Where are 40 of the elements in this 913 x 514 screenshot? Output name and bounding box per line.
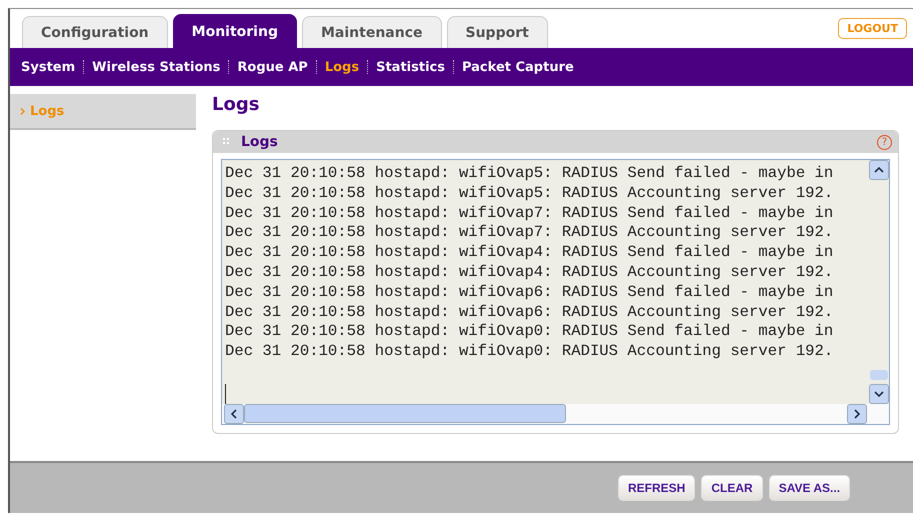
log-line: Dec 31 20:10:58 hostapd: wifiOvap6: RADIUS Accounting server 192. — [225, 302, 834, 322]
nav-tab[interactable]: Configuration — [22, 16, 168, 48]
log-line: Dec 31 20:10:58 hostapd: wifiOvap6: RADIUS Send failed - maybe in — [225, 282, 834, 303]
scrollbar-thumb[interactable] — [870, 370, 888, 380]
grip-icon — [223, 138, 231, 146]
log-line: Dec 31 20:10:58 hostapd: wifiOvap4: RADIUS Accounting server 192. — [225, 262, 834, 283]
chevron-down-icon — [874, 390, 884, 397]
log-line: Dec 31 20:10:58 hostapd: wifiOvap7: RADIUS Accounting server 192. — [225, 223, 834, 244]
chevron-up-icon — [874, 167, 884, 173]
panel-title: Logs — [241, 134, 279, 150]
log-line: Dec 31 20:10:58 hostapd: wifiOvap5: RADIUS Send failed - maybe in — [225, 164, 834, 184]
action-button[interactable]: CLEAR — [701, 475, 763, 501]
log-line: Dec 31 20:10:58 hostapd: wifiOvap5: RADIUS Accounting server 192. — [225, 184, 834, 204]
chevron-right-icon — [854, 408, 860, 419]
nav-tab[interactable]: Support — [446, 16, 548, 48]
nav-tab[interactable]: Maintenance — [302, 16, 442, 48]
vertical-scrollbar[interactable] — [869, 160, 889, 404]
horizontal-scrollbar[interactable] — [222, 404, 889, 424]
scroll-left-button[interactable] — [224, 404, 244, 424]
subnav-link[interactable]: Rogue AP — [237, 60, 308, 74]
action-button[interactable]: REFRESH — [618, 475, 696, 501]
chevron-left-icon — [231, 408, 237, 419]
subnav-link[interactable]: Statistics — [376, 60, 445, 74]
subnav-link[interactable]: Logs — [324, 60, 360, 74]
scrollbar-thumb[interactable] — [244, 404, 566, 424]
subnav-link[interactable]: Packet Capture — [462, 60, 574, 74]
scroll-right-button[interactable] — [847, 404, 867, 424]
subnav-link[interactable]: Wireless Stations — [92, 60, 220, 74]
nav-tab[interactable]: Monitoring — [172, 14, 297, 48]
page-title: Logs — [212, 94, 260, 117]
sidebar-item-label: Logs — [30, 104, 64, 118]
action-button[interactable]: SAVE AS... — [768, 475, 850, 501]
subnav-link[interactable]: System — [21, 60, 76, 74]
scroll-down-button[interactable] — [869, 384, 889, 404]
chevron-right-icon — [20, 108, 25, 114]
log-line: Dec 31 20:10:58 hostapd: wifiOvap0: RADIUS Send failed - maybe in — [225, 322, 834, 342]
log-line: Dec 31 20:10:58 hostapd: wifiOvap7: RADIUS Send failed - maybe in — [225, 204, 834, 224]
log-line: Dec 31 20:10:58 hostapd: wifiOvap0: RADIUS Accounting server 192. — [225, 342, 834, 362]
log-line: Dec 31 20:10:58 hostapd: wifiOvap4: RADIUS Send failed - maybe in — [225, 243, 834, 263]
scroll-up-button[interactable] — [869, 160, 889, 180]
